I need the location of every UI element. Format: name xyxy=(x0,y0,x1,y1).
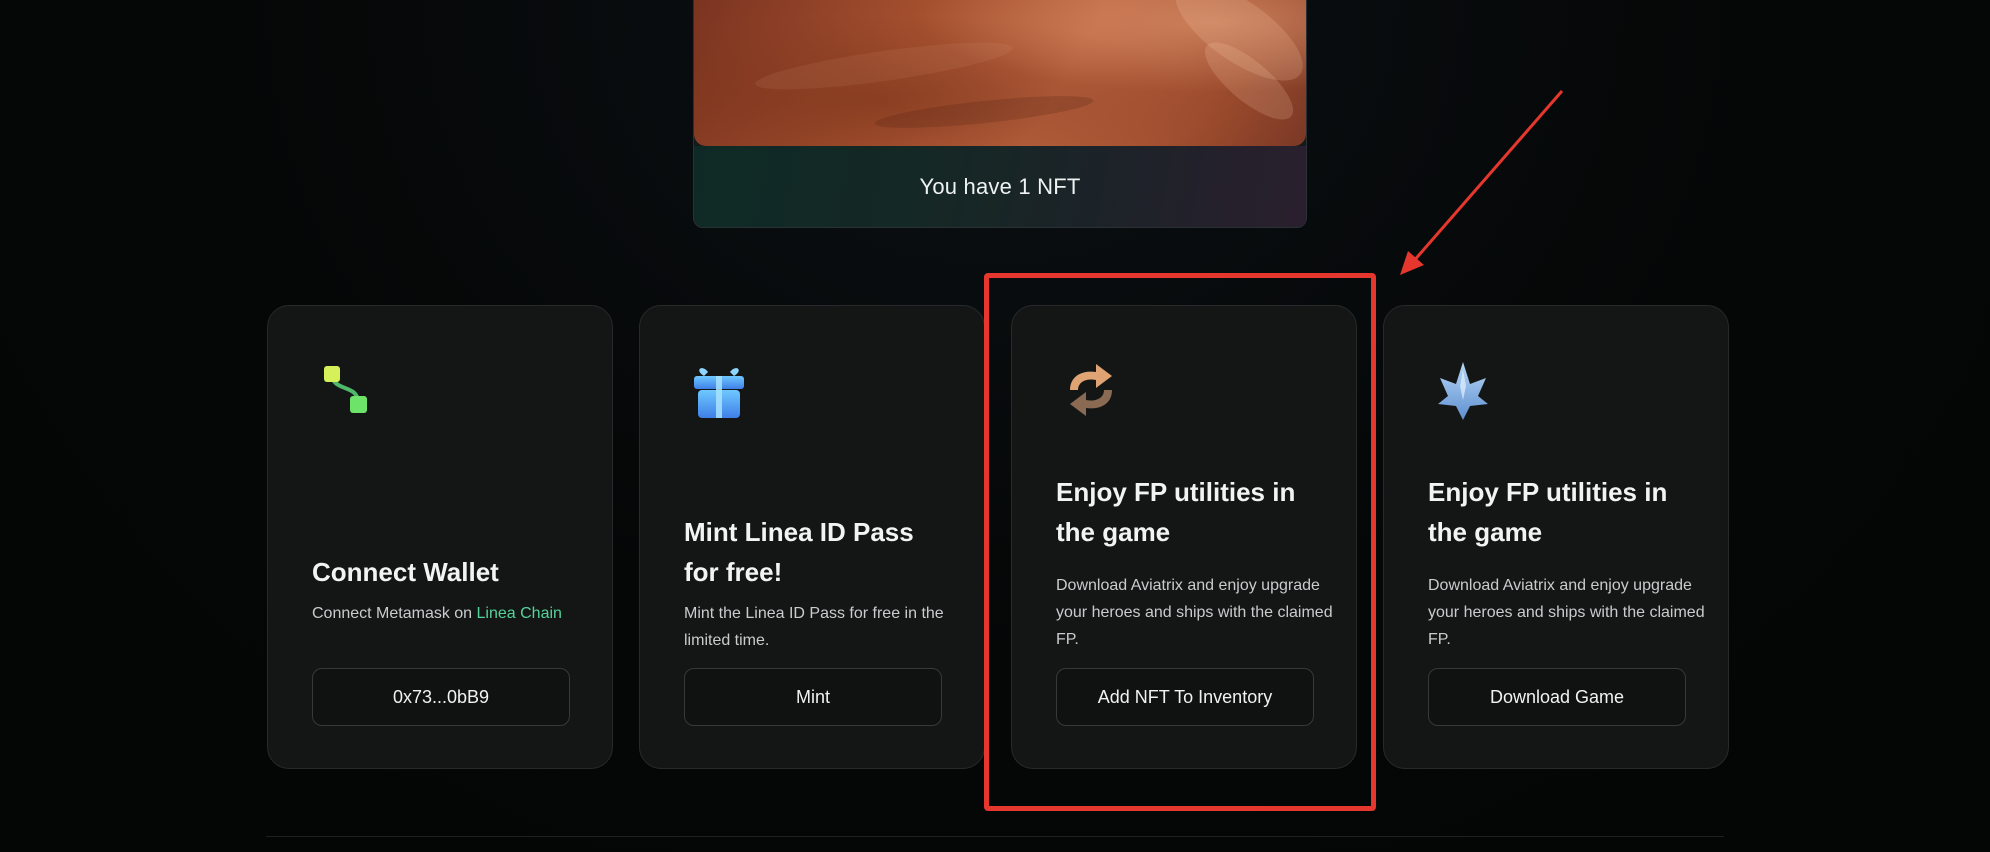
wallet-address-button[interactable]: 0x73...0bB9 xyxy=(312,668,570,726)
step-card-mint-pass: Mint Linea ID Pass for free! Mint the Li… xyxy=(639,305,985,769)
step-title: Connect Wallet xyxy=(312,557,499,587)
step-description: Download Aviatrix and enjoy upgrade your… xyxy=(1428,577,1705,648)
spaceship-icon xyxy=(1428,356,1498,426)
page: You have 1 NFT Connect Wallet Connect Me… xyxy=(0,0,1990,852)
divider xyxy=(266,836,1724,837)
nft-image xyxy=(694,0,1306,146)
step-title: Enjoy FP utilities in the game xyxy=(1428,477,1668,547)
mint-button[interactable]: Mint xyxy=(684,668,942,726)
nft-showcase-card: You have 1 NFT xyxy=(693,0,1307,228)
step-description-text: Connect Metamask on xyxy=(312,605,477,622)
annotation-highlight-box xyxy=(984,273,1376,811)
wallet-connection-icon xyxy=(312,356,382,426)
step-description: Mint the Linea ID Pass for free in the l… xyxy=(684,605,944,649)
linea-chain-link[interactable]: Linea Chain xyxy=(477,605,562,622)
step-title: Mint Linea ID Pass for free! xyxy=(684,517,914,587)
gift-icon xyxy=(684,356,754,426)
nft-count-text: You have 1 NFT xyxy=(919,173,1081,199)
nft-count-bar: You have 1 NFT xyxy=(694,146,1306,227)
step-description: Connect Metamask on Linea Chain xyxy=(312,600,602,627)
step-card-connect-wallet: Connect Wallet Connect Metamask on Linea… xyxy=(267,305,613,769)
step-card-download-game: Enjoy FP utilities in the game Download … xyxy=(1383,305,1729,769)
download-game-button[interactable]: Download Game xyxy=(1428,668,1686,726)
annotation-arrow-icon xyxy=(1400,90,1564,275)
